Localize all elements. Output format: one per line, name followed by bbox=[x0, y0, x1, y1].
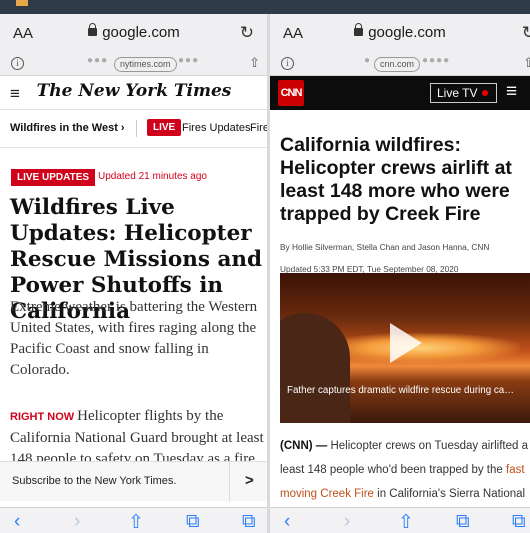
section-link[interactable]: Wildfires in the West › bbox=[10, 122, 125, 134]
safari-toolbar-right: ‹ › ⇧ ⧉ ⧉ bbox=[270, 507, 530, 533]
reload-icon[interactable]: ↻ bbox=[240, 23, 254, 43]
creek-fire-link[interactable]: moving Creek Fire bbox=[280, 488, 374, 500]
live-badge: LIVE bbox=[147, 119, 182, 136]
share-toolbar-icon[interactable]: ⇧ bbox=[398, 511, 414, 533]
page-dots-left: ●●● bbox=[87, 55, 109, 66]
lede-line-1: Helicopter crews on Tuesday airlifted a bbox=[330, 440, 528, 452]
live-tv-label: Live TV bbox=[437, 86, 478, 100]
lede-line-3: in California's Sierra National bbox=[377, 488, 526, 500]
lede-line-2: least 148 people who'd been trapped by t… bbox=[280, 464, 503, 476]
cnn-header: CNN Live TV ≡ bbox=[270, 76, 530, 110]
updated-time: Updated 21 minutes ago bbox=[98, 171, 207, 182]
forward-icon[interactable]: › bbox=[74, 511, 80, 533]
nyt-masthead: ≡ The New York Times bbox=[0, 76, 268, 110]
live-updates-badge: LIVE UPDATES bbox=[11, 169, 96, 186]
domain-text: google.com bbox=[368, 24, 446, 41]
domain-text: google.com bbox=[102, 24, 180, 41]
right-now-paragraph: RIGHT NOW Helicopter flights by the Calif… bbox=[10, 406, 266, 462]
fires-updates-link[interactable]: Fires Updates bbox=[182, 122, 250, 134]
tabs-icon[interactable]: ⧉ bbox=[512, 511, 526, 533]
back-icon[interactable]: ‹ bbox=[14, 511, 20, 533]
info-icon[interactable]: i bbox=[281, 57, 294, 70]
top-strip bbox=[0, 0, 530, 14]
cnn-logo[interactable]: CNN bbox=[278, 80, 304, 106]
lede-source: (CNN) — bbox=[280, 440, 328, 452]
share-icon[interactable]: ⇧ bbox=[523, 55, 530, 71]
source-pill[interactable]: nytimes.com bbox=[114, 57, 177, 72]
page-dots-left: ● bbox=[364, 55, 372, 66]
address-domain[interactable]: google.com bbox=[0, 23, 268, 41]
video-player[interactable]: Father captures dramatic wildfire rescue… bbox=[280, 273, 530, 423]
menu-icon[interactable]: ≡ bbox=[506, 81, 517, 103]
share-toolbar-icon[interactable]: ⇧ bbox=[128, 511, 144, 533]
subscribe-divider bbox=[229, 462, 230, 502]
lock-icon bbox=[88, 23, 98, 36]
lock-icon bbox=[354, 23, 364, 36]
byline: By Hollie Silverman, Stella Chan and Jas… bbox=[280, 242, 490, 252]
cnn-headline: California wildfires: Helicopter crews a… bbox=[280, 134, 512, 225]
right-now-label: RIGHT NOW bbox=[10, 411, 75, 423]
live-dot-icon bbox=[482, 90, 488, 96]
address-bar[interactable]: AA google.com ↻ bbox=[270, 14, 530, 54]
fires-link[interactable]: Fires bbox=[250, 122, 268, 134]
divider bbox=[136, 120, 137, 137]
info-icon[interactable]: i bbox=[11, 57, 24, 70]
section-nav: Wildfires in the West › LIVE Fires Updat… bbox=[0, 110, 268, 148]
reload-icon[interactable]: ↻ bbox=[522, 23, 530, 43]
cnn-browser: AA google.com ↻ i ● cnn.com ●●●● ⇧ CNN L… bbox=[270, 14, 530, 533]
notification-dot bbox=[16, 0, 28, 6]
safari-toolbar-left: ‹ › ⇧ ⧉ ⧉ bbox=[0, 507, 268, 533]
source-pill[interactable]: cnn.com bbox=[374, 57, 421, 72]
video-caption: Father captures dramatic wildfire rescue… bbox=[287, 385, 515, 396]
nyt-summary: Extreme weather is battering the Western… bbox=[10, 299, 258, 378]
amp-header: i ● cnn.com ●●●● ⇧ bbox=[270, 54, 530, 76]
cnn-lede: (CNN) — Helicopter crews on Tuesday airl… bbox=[280, 434, 530, 506]
video-person bbox=[280, 313, 350, 423]
page-dots-right: ●●●● bbox=[422, 55, 451, 66]
play-icon[interactable] bbox=[390, 323, 422, 363]
fast-link[interactable]: fast bbox=[506, 464, 525, 476]
address-domain[interactable]: google.com bbox=[270, 23, 530, 41]
share-icon[interactable]: ⇧ bbox=[249, 55, 260, 71]
bookmarks-icon[interactable]: ⧉ bbox=[186, 511, 200, 533]
amp-header: i ●●● nytimes.com ●●● ⇧ bbox=[0, 54, 268, 76]
nyt-logo[interactable]: The New York Times bbox=[0, 81, 268, 101]
subscribe-text: Subscribe to the New York Times. bbox=[12, 475, 177, 487]
bookmarks-icon[interactable]: ⧉ bbox=[456, 511, 470, 533]
subscribe-banner[interactable]: Subscribe to the New York Times. > bbox=[0, 461, 268, 502]
screenshot-root: AA google.com ↻ i ●●● nytimes.com ●●● ⇧ … bbox=[0, 0, 530, 533]
back-icon[interactable]: ‹ bbox=[284, 511, 290, 533]
forward-icon[interactable]: › bbox=[344, 511, 350, 533]
page-dots-right: ●●● bbox=[178, 55, 200, 66]
tabs-icon[interactable]: ⧉ bbox=[242, 511, 256, 533]
address-bar[interactable]: AA google.com ↻ bbox=[0, 14, 268, 54]
live-tv-button[interactable]: Live TV bbox=[430, 83, 497, 103]
subscribe-arrow-icon[interactable]: > bbox=[245, 472, 254, 489]
